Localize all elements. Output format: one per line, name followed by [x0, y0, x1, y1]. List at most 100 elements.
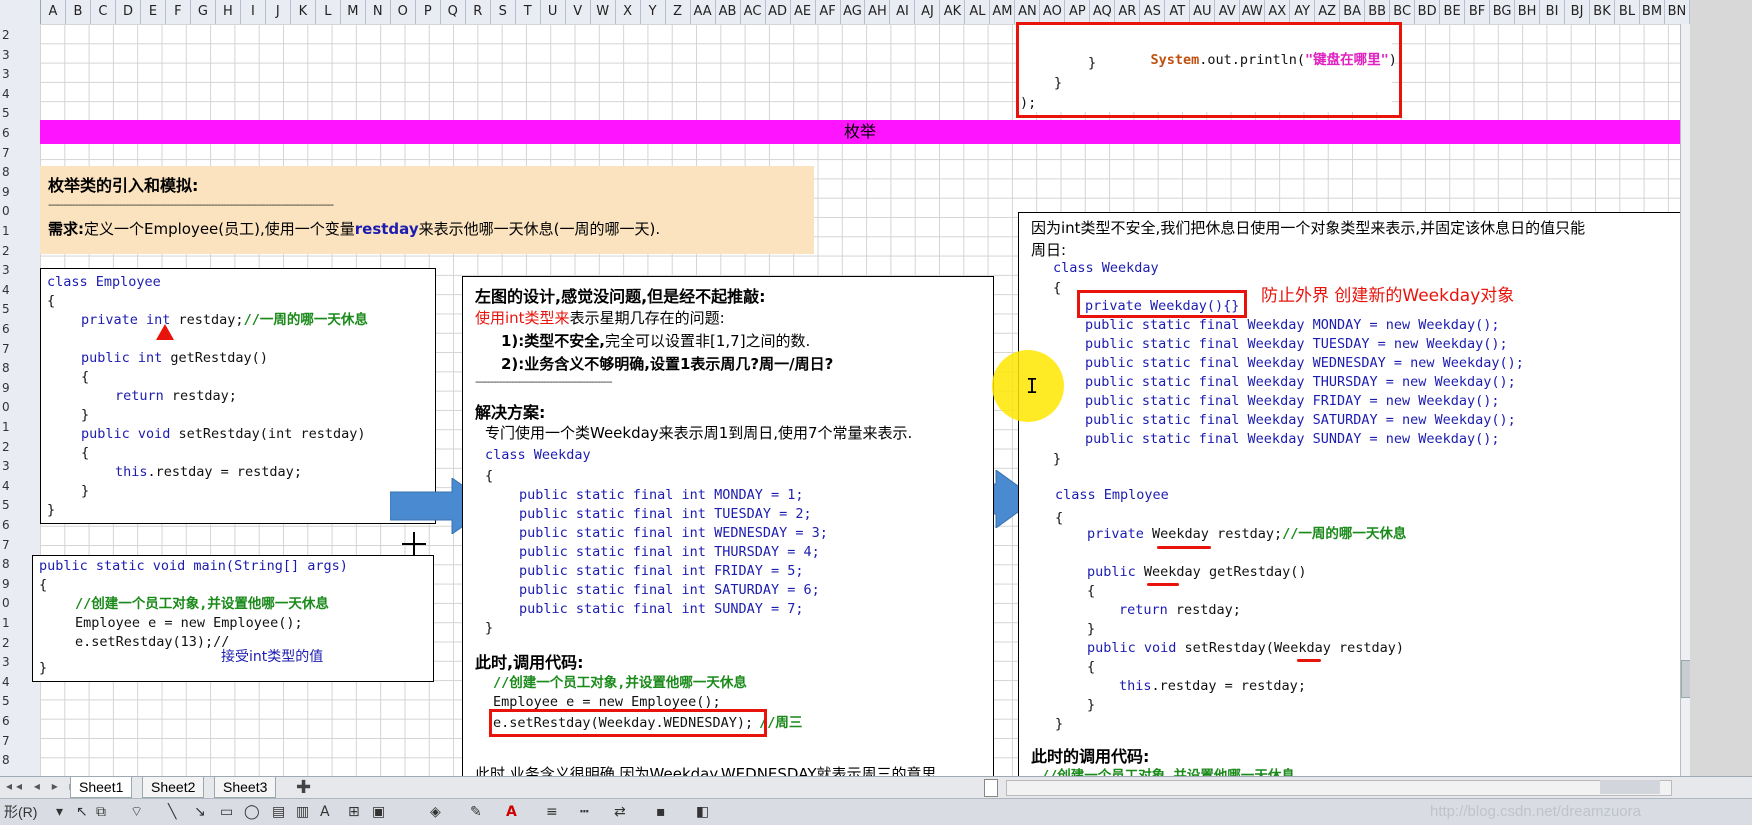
tab-sheet3[interactable]: Sheet3 [214, 777, 277, 798]
row-header-cell[interactable]: 9 [0, 577, 16, 591]
column-header-cell[interactable]: BE [1440, 0, 1466, 24]
column-header-cell[interactable]: AU [1190, 0, 1216, 24]
column-header-cell[interactable]: AN [1015, 0, 1041, 24]
column-header-cell[interactable]: O [391, 0, 416, 24]
column-header-cell[interactable]: AQ [1090, 0, 1116, 24]
column-header-cell[interactable]: L [316, 0, 341, 24]
column-header-cell[interactable]: V [566, 0, 591, 24]
column-header-cell[interactable]: G [191, 0, 216, 24]
column-header-cell[interactable]: AG [841, 0, 866, 24]
row-header-cell[interactable]: 8 [0, 361, 16, 375]
shadow-icon[interactable]: ▪ [656, 804, 666, 820]
dash-style-icon[interactable]: ┅ [580, 804, 588, 820]
column-header-cell[interactable]: BK [1590, 0, 1616, 24]
draw-menu[interactable]: 形(R) [4, 804, 37, 820]
column-header-cell[interactable]: AP [1065, 0, 1091, 24]
line-tool-icon[interactable]: ╲ [168, 804, 176, 820]
column-header-cell[interactable]: D [116, 0, 141, 24]
select-all-corner[interactable] [0, 0, 41, 24]
tab-sheet2[interactable]: Sheet2 [142, 777, 205, 798]
row-header-cell[interactable]: 6 [0, 714, 16, 728]
horizontal-scroll-thumb[interactable] [1600, 780, 1660, 794]
column-header-cell[interactable]: B [66, 0, 91, 24]
row-header-cell[interactable]: 3 [0, 655, 16, 669]
column-header-cell[interactable]: AY [1290, 0, 1316, 24]
diagram-icon[interactable]: ⊞ [348, 804, 360, 820]
column-header-cell[interactable]: AC [741, 0, 766, 24]
row-header-cell[interactable]: 6 [0, 126, 16, 140]
fill-color-icon[interactable]: ◈ [430, 804, 441, 820]
row-header-cell[interactable]: 1 [0, 420, 16, 434]
column-header-cell[interactable]: AL [965, 0, 991, 24]
column-header-cell[interactable]: W [591, 0, 616, 24]
column-header-cell[interactable]: J [266, 0, 291, 24]
row-header-cell[interactable]: 0 [0, 400, 16, 414]
column-header-cell[interactable]: Z [666, 0, 691, 24]
row-header-cell[interactable]: 6 [0, 518, 16, 532]
column-header-cell[interactable]: R [466, 0, 491, 24]
3d-icon[interactable]: ◧ [696, 804, 709, 820]
row-header-cell[interactable]: 2 [0, 440, 16, 454]
column-header-cell[interactable]: AK [940, 0, 966, 24]
row-header-cell[interactable]: 8 [0, 557, 16, 571]
vertical-textbox-icon[interactable]: ▥ [296, 804, 309, 820]
column-header-cell[interactable]: A [41, 0, 66, 24]
row-header-cell[interactable]: 0 [0, 204, 16, 218]
column-header-cell[interactable]: F [166, 0, 191, 24]
column-header-cell[interactable]: AA [691, 0, 716, 24]
select-pointer-icon[interactable]: ↖ [76, 804, 88, 820]
column-header-cell[interactable]: AS [1140, 0, 1166, 24]
clipart-icon[interactable]: ▣ [372, 804, 385, 820]
row-header-cell[interactable]: 7 [0, 734, 16, 748]
column-header-cell[interactable]: AR [1115, 0, 1141, 24]
column-header-cell[interactable]: BC [1390, 0, 1416, 24]
column-header-cell[interactable]: E [141, 0, 166, 24]
row-header-cell[interactable]: 4 [0, 479, 16, 493]
column-header-cell[interactable]: AZ [1315, 0, 1341, 24]
column-header-cell[interactable]: BD [1415, 0, 1441, 24]
column-header-cell[interactable]: M [341, 0, 366, 24]
column-header-cell[interactable]: BL [1615, 0, 1640, 24]
row-header-cell[interactable]: 8 [0, 753, 16, 767]
row-header-cell[interactable]: 0 [0, 596, 16, 610]
row-header-cell[interactable]: 5 [0, 106, 16, 120]
column-header-cell[interactable]: AM [990, 0, 1016, 24]
column-header-cell[interactable]: AT [1165, 0, 1191, 24]
row-header-cell[interactable]: 3 [0, 67, 16, 81]
row-header-cell[interactable]: 7 [0, 342, 16, 356]
column-header-cell[interactable]: AJ [915, 0, 941, 24]
column-header-cell[interactable]: AD [766, 0, 791, 24]
column-header-cell[interactable]: AB [716, 0, 741, 24]
font-color-icon[interactable]: A [506, 804, 517, 820]
row-header-cell[interactable]: 9 [0, 381, 16, 395]
line-color-icon[interactable]: ✎ [470, 804, 482, 820]
column-header-cell[interactable]: N [366, 0, 391, 24]
column-header-cell[interactable]: BH [1515, 0, 1541, 24]
arrow-style-icon[interactable]: ⇄ [614, 804, 626, 820]
column-header-cell[interactable]: U [541, 0, 566, 24]
column-header-cell[interactable]: C [91, 0, 116, 24]
hscroll-left-button[interactable] [984, 779, 998, 797]
column-header-cell[interactable]: BB [1365, 0, 1391, 24]
column-header-cell[interactable]: AE [791, 0, 816, 24]
row-header-cell[interactable]: 5 [0, 302, 16, 316]
column-header-cell[interactable]: AH [865, 0, 891, 24]
dropdown-arrow-icon[interactable]: ▾ [56, 804, 63, 820]
column-header-cell[interactable]: BM [1640, 0, 1665, 24]
row-header-cell[interactable]: 2 [0, 244, 16, 258]
column-header-cell[interactable]: K [291, 0, 316, 24]
row-header-cell[interactable]: 7 [0, 538, 16, 552]
row-header-cell[interactable]: 3 [0, 263, 16, 277]
column-header-cell[interactable]: BN [1665, 0, 1690, 24]
column-header-cell[interactable]: BJ [1565, 0, 1591, 24]
shapes-icon[interactable]: ⧉ [96, 804, 106, 820]
row-header-cell[interactable]: 1 [0, 616, 16, 630]
wordart-icon[interactable]: A [320, 804, 330, 820]
row-header-cell[interactable]: 2 [0, 28, 16, 42]
row-header-cell[interactable]: 5 [0, 694, 16, 708]
row-header-cell[interactable]: 2 [0, 636, 16, 650]
add-sheet-icon[interactable]: ✚ [296, 777, 311, 798]
row-header-cell[interactable]: 3 [0, 48, 16, 62]
row-header-cell[interactable]: 4 [0, 675, 16, 689]
column-header-cell[interactable]: H [216, 0, 241, 24]
